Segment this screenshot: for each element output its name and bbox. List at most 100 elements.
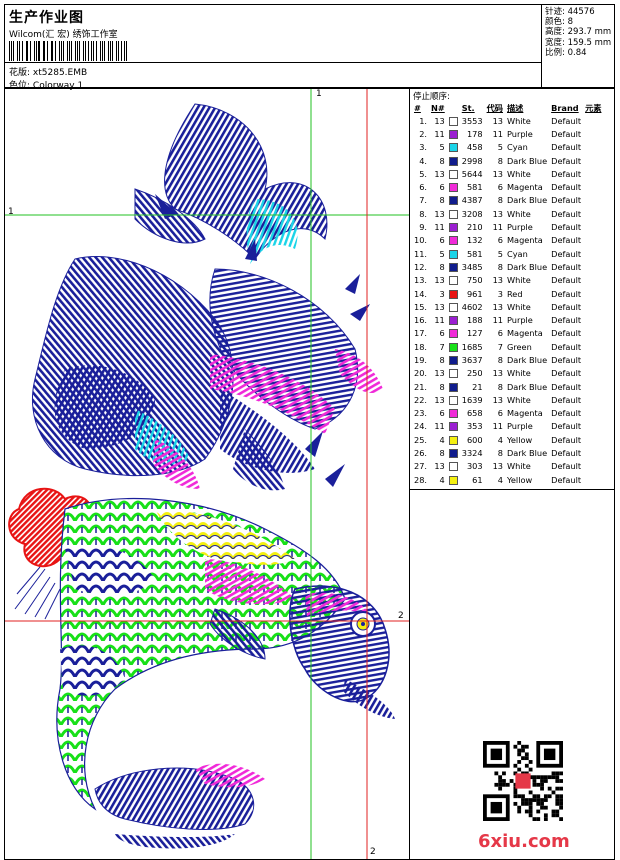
row-brand: Default <box>551 368 582 379</box>
stop-row: 8. 13 3208 13 White Default <box>412 207 603 220</box>
row-code: 8 <box>497 448 503 459</box>
color-swatch <box>448 382 458 392</box>
row-brand: Default <box>551 421 582 432</box>
barcode-bar <box>99 41 101 61</box>
row-swatch <box>447 180 460 193</box>
barcode <box>9 41 129 61</box>
stop-row: 1. 13 3553 13 White Default <box>412 114 603 127</box>
row-swatch <box>447 340 460 353</box>
row-swatch <box>447 446 460 459</box>
row-swatch <box>447 313 460 326</box>
row-needle: 5 <box>439 142 445 153</box>
row-swatch <box>447 247 460 260</box>
color-swatch <box>448 369 458 379</box>
row-swatch <box>447 300 460 313</box>
row-index: 9. <box>419 222 428 233</box>
row-element <box>583 194 603 207</box>
row-stitches: 458 <box>466 142 483 153</box>
row-brand: Default <box>551 261 582 272</box>
row-brand: Default <box>551 235 582 246</box>
col-header-needle: N# <box>431 103 445 113</box>
row-index: 2. <box>419 128 428 139</box>
row-brand: Default <box>551 182 582 193</box>
row-stitches: 3553 <box>461 115 483 126</box>
row-element <box>583 353 603 366</box>
row-needle: 13 <box>434 461 445 472</box>
row-index: 22. <box>414 394 428 405</box>
row-stitches: 178 <box>466 128 483 139</box>
row-description: Dark Blue <box>506 155 548 166</box>
row-swatch <box>447 367 460 380</box>
row-brand: Default <box>551 381 582 392</box>
color-swatch <box>448 316 458 326</box>
color-swatch <box>448 302 458 312</box>
row-code: 7 <box>497 341 503 352</box>
row-element <box>583 460 603 473</box>
row-swatch <box>447 473 460 486</box>
row-element <box>583 207 603 220</box>
row-swatch <box>447 393 460 406</box>
row-brand: Default <box>551 128 582 139</box>
barcode-bar <box>18 41 21 61</box>
row-swatch <box>447 167 460 180</box>
guide-label-h2: 2 <box>398 611 404 621</box>
row-element <box>583 420 603 433</box>
guide-label-h1: 1 <box>8 207 14 217</box>
row-index: 6. <box>419 182 428 193</box>
stop-row: 9. 11 210 11 Purple Default <box>412 220 603 233</box>
barcode-bar <box>84 41 86 61</box>
stop-row: 17. 6 127 6 Magenta Default <box>412 327 603 340</box>
row-swatch <box>447 194 460 207</box>
row-description: White <box>506 208 531 219</box>
qr-code <box>483 741 563 821</box>
row-description: White <box>506 368 531 379</box>
stop-row: 27. 13 303 13 White Default <box>412 460 603 473</box>
row-element <box>583 260 603 273</box>
row-element <box>583 274 603 287</box>
stop-row: 13. 13 750 13 White Default <box>412 274 603 287</box>
color-swatch <box>448 143 458 153</box>
color-swatch <box>448 342 458 352</box>
stat-height: 高度: 293.7 mm <box>545 27 612 38</box>
row-code: 13 <box>492 208 503 219</box>
color-swatch <box>448 449 458 459</box>
stop-row: 6. 6 581 6 Magenta Default <box>412 180 603 193</box>
row-code: 11 <box>492 222 503 233</box>
row-description: White <box>506 275 531 286</box>
row-code: 5 <box>497 248 503 259</box>
row-needle: 4 <box>439 474 445 485</box>
row-needle: 8 <box>439 381 445 392</box>
barcode-bar <box>38 41 40 61</box>
row-index: 10. <box>414 235 428 246</box>
col-header-element: 元素 <box>585 103 602 113</box>
row-needle: 6 <box>439 182 445 193</box>
row-stitches: 188 <box>466 315 483 326</box>
row-element <box>583 287 603 300</box>
row-index: 13. <box>414 275 428 286</box>
row-code: 6 <box>497 235 503 246</box>
row-swatch <box>447 380 460 393</box>
row-code: 5 <box>497 142 503 153</box>
row-element <box>583 167 603 180</box>
stat-colors: 颜色: 8 <box>545 17 573 28</box>
row-element <box>583 127 603 140</box>
barcode-bar <box>9 41 10 61</box>
row-description: White <box>506 301 531 312</box>
row-code: 13 <box>492 368 503 379</box>
table-header-row: # N# St. 代码 描述 Brand 元素 <box>412 102 603 114</box>
row-index: 12. <box>414 261 428 272</box>
row-brand: Default <box>551 301 582 312</box>
stop-sequence-title: 停止顺序: <box>413 92 450 102</box>
row-description: White <box>506 461 531 472</box>
row-index: 23. <box>414 408 428 419</box>
row-stitches: 303 <box>466 461 483 472</box>
color-swatch <box>448 116 458 126</box>
barcode-bar <box>117 41 119 61</box>
row-needle: 8 <box>439 195 445 206</box>
barcode-bar <box>29 41 31 61</box>
stop-row: 19. 8 3637 8 Dark Blue Default <box>412 353 603 366</box>
row-brand: Default <box>551 208 582 219</box>
row-code: 13 <box>492 115 503 126</box>
color-swatch <box>448 329 458 339</box>
row-swatch <box>447 353 460 366</box>
